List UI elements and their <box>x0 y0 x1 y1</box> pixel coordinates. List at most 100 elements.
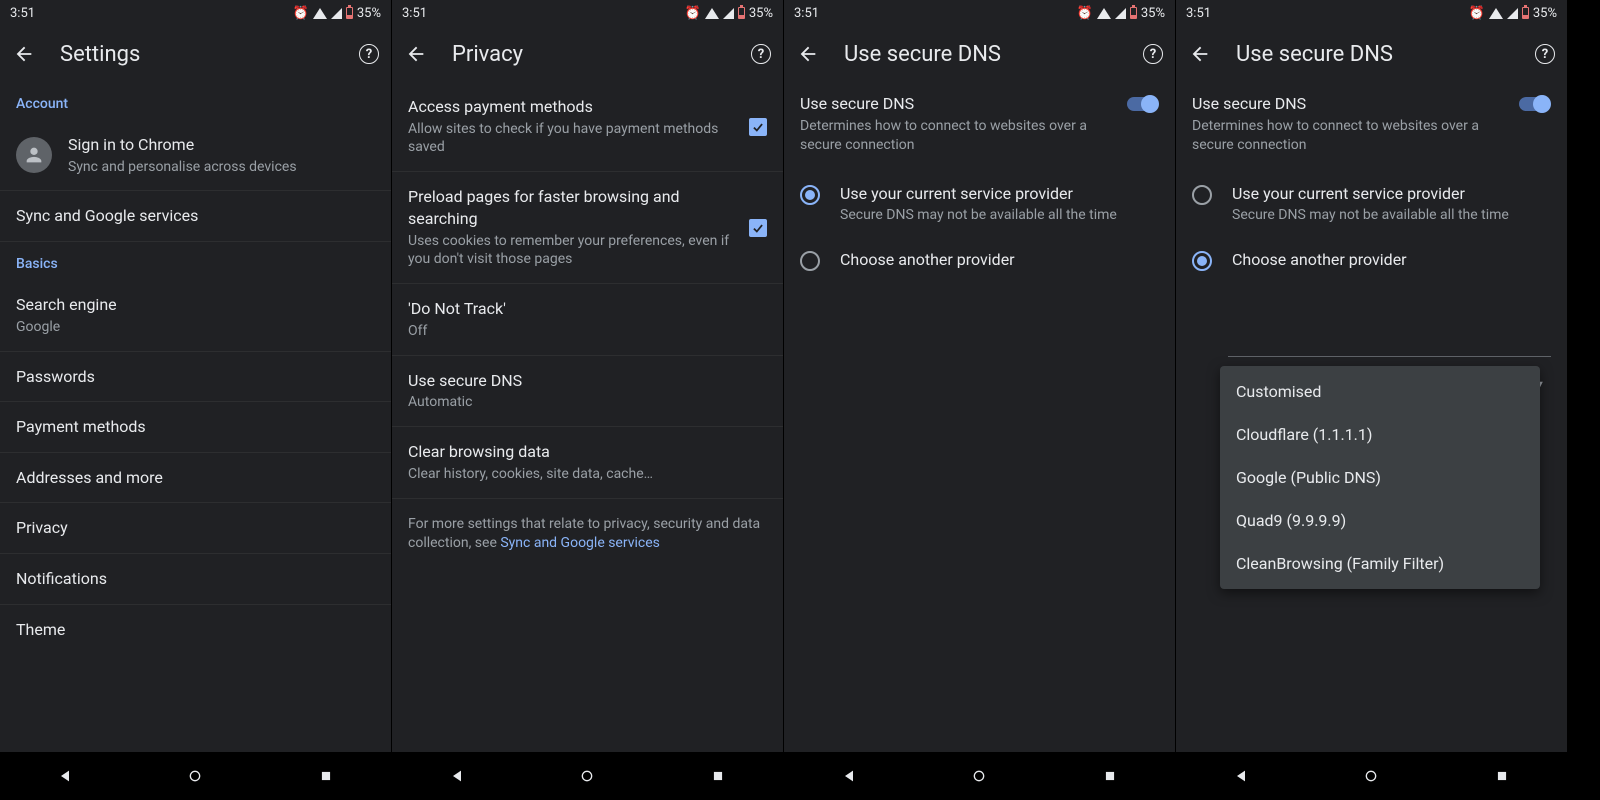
nav-back[interactable] <box>446 765 468 787</box>
battery-percent: 35% <box>749 6 773 21</box>
radio-choose-provider[interactable]: Choose another provider <box>1176 237 1567 283</box>
preload-pages-row[interactable]: Preload pages for faster browsing and se… <box>392 172 783 284</box>
do-not-track-row[interactable]: 'Do Not Track' Off <box>392 284 783 355</box>
back-button[interactable] <box>796 42 820 66</box>
row-title: Search engine <box>16 294 375 316</box>
signal-icon <box>723 8 734 19</box>
screen-privacy: 3:51 ⏰ 35% Privacy ? Access payment meth… <box>392 0 784 800</box>
nav-bar <box>0 752 391 800</box>
divider <box>1228 356 1551 357</box>
row-title: Access payment methods <box>408 96 733 118</box>
alarm-icon: ⏰ <box>1469 6 1485 21</box>
nav-home[interactable] <box>968 765 990 787</box>
app-bar: Privacy ? <box>392 26 783 82</box>
alarm-icon: ⏰ <box>1077 6 1093 21</box>
radio-unchecked[interactable] <box>800 251 820 271</box>
wifi-icon <box>705 8 719 19</box>
sync-services-row[interactable]: Sync and Google services <box>0 191 391 242</box>
section-account: Account <box>0 82 391 120</box>
nav-recent[interactable] <box>707 765 729 787</box>
radio-checked[interactable] <box>800 185 820 205</box>
signal-icon <box>331 8 342 19</box>
screen-secure-dns: 3:51 ⏰ 35% Use secure DNS ? Use secure D… <box>784 0 1176 800</box>
radio-sub: Secure DNS may not be available all the … <box>840 206 1159 225</box>
avatar-icon <box>16 137 52 173</box>
status-time: 3:51 <box>794 6 819 21</box>
nav-recent[interactable] <box>1491 765 1513 787</box>
row-title: Passwords <box>16 366 375 388</box>
radio-checked[interactable] <box>1192 251 1212 271</box>
signal-icon <box>1507 8 1518 19</box>
payment-methods-row[interactable]: Payment methods <box>0 402 391 453</box>
app-bar: Use secure DNS ? <box>784 26 1175 82</box>
nav-back[interactable] <box>838 765 860 787</box>
radio-current-provider[interactable]: Use your current service provider Secure… <box>784 171 1175 237</box>
back-button[interactable] <box>12 42 36 66</box>
toggle-on[interactable] <box>1125 94 1159 114</box>
row-sub: Google <box>16 318 375 337</box>
help-icon[interactable]: ? <box>1143 44 1163 64</box>
sign-in-title: Sign in to Chrome <box>68 134 375 156</box>
row-title: Addresses and more <box>16 467 375 489</box>
battery-percent: 35% <box>1141 6 1165 21</box>
row-sub: Uses cookies to remember your preference… <box>408 232 733 270</box>
clear-browsing-data-row[interactable]: Clear browsing data Clear history, cooki… <box>392 427 783 498</box>
checkbox-checked[interactable] <box>749 219 767 237</box>
status-bar: 3:51 ⏰ 35% <box>1176 0 1567 26</box>
search-engine-row[interactable]: Search engine Google <box>0 280 391 351</box>
alarm-icon: ⏰ <box>685 6 701 21</box>
secure-dns-toggle-row[interactable]: Use secure DNS Determines how to connect… <box>784 82 1175 171</box>
toggle-sub: Determines how to connect to websites ov… <box>1192 117 1505 155</box>
row-sub: Off <box>408 322 767 341</box>
back-button[interactable] <box>1188 42 1212 66</box>
checkbox-checked[interactable] <box>749 118 767 136</box>
use-secure-dns-row[interactable]: Use secure DNS Automatic <box>392 356 783 427</box>
toggle-on[interactable] <box>1517 94 1551 114</box>
status-bar: 3:51 ⏰ 35% <box>0 0 391 26</box>
radio-title: Use your current service provider <box>1232 183 1551 205</box>
secure-dns-toggle-row[interactable]: Use secure DNS Determines how to connect… <box>1176 82 1567 171</box>
privacy-row[interactable]: Privacy <box>0 503 391 554</box>
radio-current-provider[interactable]: Use your current service provider Secure… <box>1176 171 1567 237</box>
wifi-icon <box>1097 8 1111 19</box>
nav-recent[interactable] <box>315 765 337 787</box>
radio-choose-provider[interactable]: Choose another provider <box>784 237 1175 283</box>
help-icon[interactable]: ? <box>1535 44 1555 64</box>
menu-item-google[interactable]: Google (Public DNS) <box>1220 456 1540 499</box>
radio-title: Use your current service provider <box>840 183 1159 205</box>
wifi-icon <box>1489 8 1503 19</box>
menu-item-cleanbrowsing[interactable]: CleanBrowsing (Family Filter) <box>1220 542 1540 585</box>
back-button[interactable] <box>404 42 428 66</box>
nav-back[interactable] <box>1230 765 1252 787</box>
menu-item-quad9[interactable]: Quad9 (9.9.9.9) <box>1220 499 1540 542</box>
nav-home[interactable] <box>1360 765 1382 787</box>
nav-home[interactable] <box>576 765 598 787</box>
page-title: Settings <box>60 42 335 67</box>
row-sub: Automatic <box>408 393 767 412</box>
footer-text: For more settings that relate to privacy… <box>392 499 783 570</box>
passwords-row[interactable]: Passwords <box>0 352 391 403</box>
radio-unchecked[interactable] <box>1192 185 1212 205</box>
sign-in-row[interactable]: Sign in to Chrome Sync and personalise a… <box>0 120 391 191</box>
row-title: Privacy <box>16 517 375 539</box>
menu-item-customised[interactable]: Customised <box>1220 370 1540 413</box>
theme-row[interactable]: Theme <box>0 605 391 655</box>
toggle-title: Use secure DNS <box>1192 94 1505 113</box>
row-title: Theme <box>16 619 375 641</box>
nav-back[interactable] <box>54 765 76 787</box>
help-icon[interactable]: ? <box>751 44 771 64</box>
sync-services-link[interactable]: Sync and Google services <box>500 535 660 551</box>
signal-icon <box>1115 8 1126 19</box>
battery-percent: 35% <box>1533 6 1557 21</box>
help-icon[interactable]: ? <box>359 44 379 64</box>
access-payment-row[interactable]: Access payment methods Allow sites to ch… <box>392 82 783 172</box>
notifications-row[interactable]: Notifications <box>0 554 391 605</box>
battery-icon <box>346 7 353 19</box>
nav-bar <box>784 752 1175 800</box>
menu-item-cloudflare[interactable]: Cloudflare (1.1.1.1) <box>1220 413 1540 456</box>
nav-recent[interactable] <box>1099 765 1121 787</box>
nav-home[interactable] <box>184 765 206 787</box>
addresses-row[interactable]: Addresses and more <box>0 453 391 504</box>
row-title: Preload pages for faster browsing and se… <box>408 186 733 229</box>
row-title: 'Do Not Track' <box>408 298 767 320</box>
